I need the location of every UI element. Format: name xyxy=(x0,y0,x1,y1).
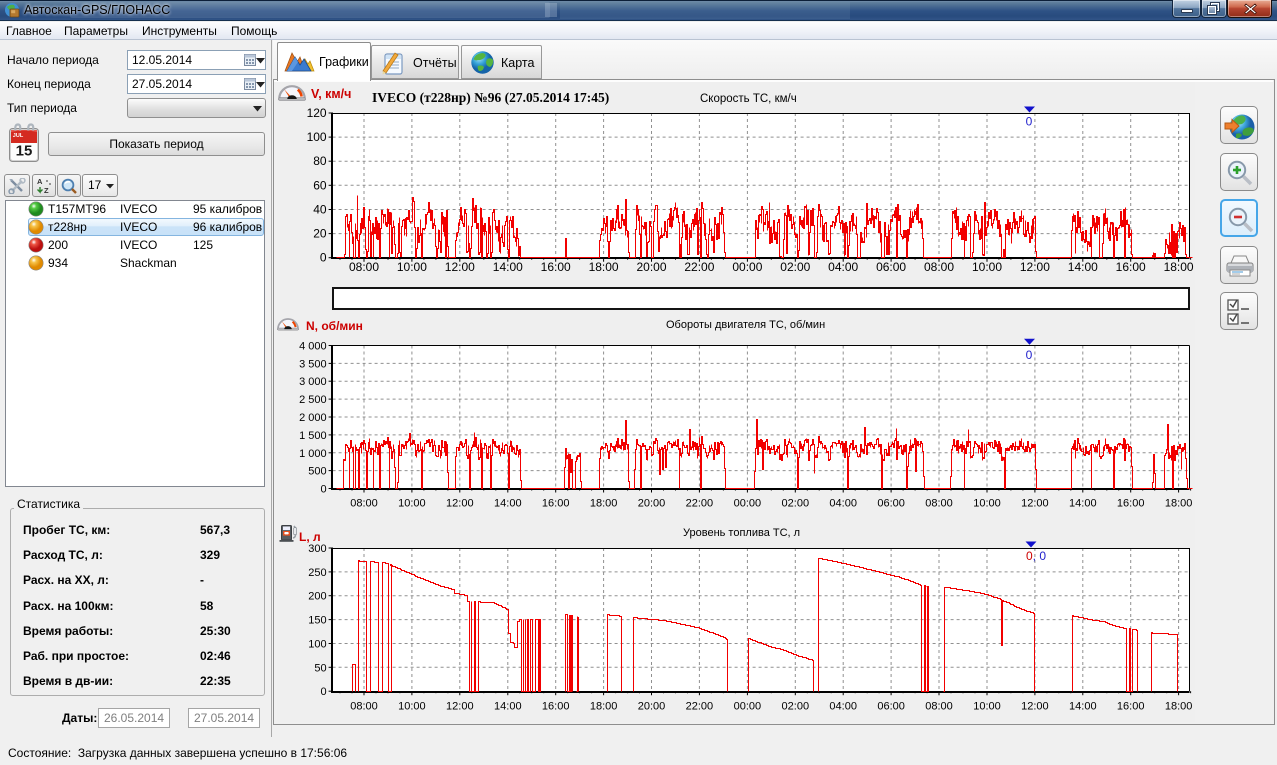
svg-text:1 500: 1 500 xyxy=(299,430,327,442)
svg-text:0, 0: 0, 0 xyxy=(1026,549,1046,563)
svg-text:12:00: 12:00 xyxy=(1021,498,1049,510)
svg-text:200: 200 xyxy=(308,591,326,603)
svg-text:12:00: 12:00 xyxy=(1020,260,1050,274)
svg-text:4 000: 4 000 xyxy=(299,341,327,353)
svg-text:14:00: 14:00 xyxy=(1068,260,1098,274)
svg-text:08:00: 08:00 xyxy=(924,260,954,274)
svg-text:02:00: 02:00 xyxy=(780,260,810,274)
svg-text:0: 0 xyxy=(320,686,326,698)
svg-text:150: 150 xyxy=(308,615,326,627)
svg-text:40: 40 xyxy=(313,203,327,217)
svg-text:22:00: 22:00 xyxy=(686,498,714,510)
svg-text:14:00: 14:00 xyxy=(494,498,522,510)
svg-text:3 500: 3 500 xyxy=(299,358,327,370)
svg-text:16:00: 16:00 xyxy=(1116,260,1146,274)
svg-text:16:00: 16:00 xyxy=(1117,701,1145,713)
svg-text:0: 0 xyxy=(320,484,326,496)
svg-text:14:00: 14:00 xyxy=(1069,701,1097,713)
svg-text:1 000: 1 000 xyxy=(299,448,327,460)
svg-text:20:00: 20:00 xyxy=(638,498,666,510)
svg-text:12:00: 12:00 xyxy=(445,260,475,274)
svg-text:100: 100 xyxy=(308,639,326,651)
svg-text:06:00: 06:00 xyxy=(877,498,905,510)
svg-text:3 000: 3 000 xyxy=(299,376,327,388)
svg-text:08:00: 08:00 xyxy=(349,260,379,274)
svg-text:10:00: 10:00 xyxy=(398,498,426,510)
svg-text:2 000: 2 000 xyxy=(299,412,327,424)
svg-text:20: 20 xyxy=(313,227,327,241)
svg-text:08:00: 08:00 xyxy=(350,498,378,510)
svg-text:50: 50 xyxy=(314,662,326,674)
svg-text:250: 250 xyxy=(308,567,326,579)
svg-text:08:00: 08:00 xyxy=(925,498,953,510)
svg-text:00:00: 00:00 xyxy=(734,498,762,510)
svg-text:16:00: 16:00 xyxy=(542,498,570,510)
svg-text:12:00: 12:00 xyxy=(1021,701,1049,713)
svg-text:22:00: 22:00 xyxy=(684,260,714,274)
svg-text:18:00: 18:00 xyxy=(1165,498,1193,510)
svg-text:10:00: 10:00 xyxy=(973,498,1001,510)
svg-text:16:00: 16:00 xyxy=(541,260,571,274)
svg-text:10:00: 10:00 xyxy=(972,260,1002,274)
svg-text:0: 0 xyxy=(1026,348,1033,362)
svg-text:14:00: 14:00 xyxy=(493,260,523,274)
svg-text:00:00: 00:00 xyxy=(734,701,762,713)
svg-text:12:00: 12:00 xyxy=(446,498,474,510)
svg-text:18:00: 18:00 xyxy=(1165,701,1193,713)
svg-text:22:00: 22:00 xyxy=(686,701,714,713)
svg-text:04:00: 04:00 xyxy=(829,498,857,510)
svg-text:06:00: 06:00 xyxy=(877,701,905,713)
svg-text:18:00: 18:00 xyxy=(590,498,618,510)
svg-text:60: 60 xyxy=(313,178,327,192)
svg-text:80: 80 xyxy=(313,154,327,168)
svg-text:20:00: 20:00 xyxy=(636,260,666,274)
svg-text:120: 120 xyxy=(307,106,327,120)
svg-text:0: 0 xyxy=(320,251,327,265)
svg-text:100: 100 xyxy=(307,130,327,144)
svg-text:06:00: 06:00 xyxy=(876,260,906,274)
svg-text:14:00: 14:00 xyxy=(494,701,522,713)
svg-text:0: 0 xyxy=(1026,115,1033,129)
svg-text:18:00: 18:00 xyxy=(589,260,619,274)
svg-text:2 500: 2 500 xyxy=(299,394,327,406)
svg-text:10:00: 10:00 xyxy=(973,701,1001,713)
svg-text:16:00: 16:00 xyxy=(542,701,570,713)
svg-text:300: 300 xyxy=(308,543,326,555)
svg-text:12:00: 12:00 xyxy=(446,701,474,713)
svg-text:02:00: 02:00 xyxy=(782,498,810,510)
svg-text:18:00: 18:00 xyxy=(1164,260,1194,274)
svg-text:04:00: 04:00 xyxy=(828,260,858,274)
svg-text:08:00: 08:00 xyxy=(350,701,378,713)
svg-text:500: 500 xyxy=(308,466,326,478)
svg-text:18:00: 18:00 xyxy=(590,701,618,713)
svg-text:00:00: 00:00 xyxy=(732,260,762,274)
svg-text:20:00: 20:00 xyxy=(638,701,666,713)
svg-text:08:00: 08:00 xyxy=(925,701,953,713)
svg-text:10:00: 10:00 xyxy=(397,260,427,274)
svg-text:02:00: 02:00 xyxy=(782,701,810,713)
svg-text:04:00: 04:00 xyxy=(829,701,857,713)
svg-text:10:00: 10:00 xyxy=(398,701,426,713)
svg-text:16:00: 16:00 xyxy=(1117,498,1145,510)
svg-text:14:00: 14:00 xyxy=(1069,498,1097,510)
